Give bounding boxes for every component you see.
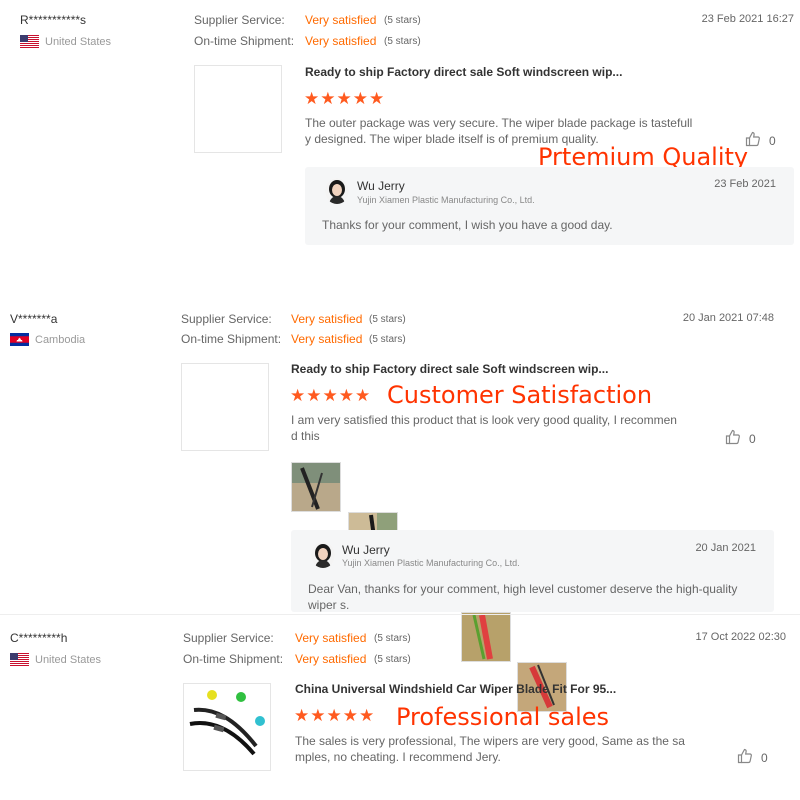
country-label: United States xyxy=(45,35,112,48)
rating-stars: ★★★★★ xyxy=(294,706,376,725)
supplier-service-label: Supplier Service: xyxy=(194,13,285,27)
reply-text: Thanks for your comment, I wish you have… xyxy=(322,218,613,232)
supplier-service-label: Supplier Service: xyxy=(181,312,272,326)
supplier-reply: Wu Jerry Yujin Xiamen Plastic Manufactur… xyxy=(291,530,774,612)
avatar xyxy=(325,178,349,204)
supplier-service-stars: (5 stars) xyxy=(384,15,421,26)
reply-text: Dear Van, thanks for your comment, high … xyxy=(308,582,738,612)
product-title-link[interactable]: China Universal Windshield Car Wiper Bla… xyxy=(295,682,616,696)
reviewer-name: C*********h xyxy=(10,631,68,645)
review-photo[interactable] xyxy=(291,462,341,512)
thumbs-up-icon xyxy=(737,748,753,767)
overlay-caption: Professional sales xyxy=(396,703,610,731)
us-flag-icon xyxy=(10,653,29,666)
shipment-stars: (5 stars) xyxy=(374,654,411,665)
thumbs-up-icon xyxy=(725,429,741,448)
supplier-reply: Wu Jerry Yujin Xiamen Plastic Manufactur… xyxy=(305,167,794,245)
shipment-label: On-time Shipment: xyxy=(183,652,284,666)
shipment-label: On-time Shipment: xyxy=(181,332,282,346)
overlay-caption: Customer Satisfaction xyxy=(387,381,653,409)
review-date: 23 Feb 2021 16:27 xyxy=(701,13,794,25)
reply-date: 20 Jan 2021 xyxy=(695,542,756,554)
avatar xyxy=(311,542,335,568)
reviewer-country: United States xyxy=(20,35,111,48)
reply-author: Wu Jerry xyxy=(342,543,390,557)
product-thumbnail[interactable] xyxy=(183,683,271,771)
like-count: 0 xyxy=(749,431,756,446)
supplier-service-stars: (5 stars) xyxy=(369,314,406,325)
reviewer-country: Cambodia xyxy=(10,333,85,346)
product-title-link[interactable]: Ready to ship Factory direct sale Soft w… xyxy=(305,65,622,79)
shipment-stars: (5 stars) xyxy=(384,36,421,47)
review-date: 17 Oct 2022 02:30 xyxy=(695,631,786,643)
shipment-value: Very satisfied xyxy=(295,652,367,666)
like-button[interactable]: 0 xyxy=(745,131,776,150)
country-label: United States xyxy=(35,653,102,666)
supplier-service-value: Very satisfied xyxy=(305,13,377,27)
review-date: 20 Jan 2021 07:48 xyxy=(682,312,774,324)
reply-company: Yujin Xiamen Plastic Manufacturing Co., … xyxy=(342,558,520,568)
review-photo[interactable] xyxy=(461,612,511,662)
product-thumbnail[interactable] xyxy=(194,65,282,153)
like-count: 0 xyxy=(761,750,768,765)
supplier-service-stars: (5 stars) xyxy=(374,633,411,644)
like-button[interactable]: 0 xyxy=(725,429,756,448)
product-title-link[interactable]: Ready to ship Factory direct sale Soft w… xyxy=(291,362,608,376)
like-button[interactable]: 0 xyxy=(737,748,768,767)
shipment-stars: (5 stars) xyxy=(369,334,406,345)
like-count: 0 xyxy=(769,133,776,148)
product-thumbnail[interactable] xyxy=(181,363,269,451)
supplier-service-label: Supplier Service: xyxy=(183,631,274,645)
supplier-service-value: Very satisfied xyxy=(295,631,367,645)
shipment-value: Very satisfied xyxy=(291,332,363,346)
review-text: I am very satisfied this product that is… xyxy=(291,413,677,443)
reviewer-name: R***********s xyxy=(20,13,87,27)
us-flag-icon xyxy=(20,35,39,48)
supplier-service-value: Very satisfied xyxy=(291,312,363,326)
rating-stars: ★★★★★ xyxy=(290,386,372,405)
reply-date: 23 Feb 2021 xyxy=(714,178,776,190)
reviewer-country: United States xyxy=(10,653,101,666)
review-text: The sales is very professional, The wipe… xyxy=(295,734,685,764)
reviewer-name: V*******a xyxy=(10,312,58,326)
shipment-value: Very satisfied xyxy=(305,34,377,48)
reply-author: Wu Jerry xyxy=(357,179,405,193)
country-label: Cambodia xyxy=(35,333,86,346)
reply-company: Yujin Xiamen Plastic Manufacturing Co., … xyxy=(357,195,535,205)
cambodia-flag-icon xyxy=(10,333,29,346)
divider xyxy=(0,614,800,615)
shipment-label: On-time Shipment: xyxy=(194,34,295,48)
rating-stars: ★★★★★ xyxy=(304,89,386,108)
